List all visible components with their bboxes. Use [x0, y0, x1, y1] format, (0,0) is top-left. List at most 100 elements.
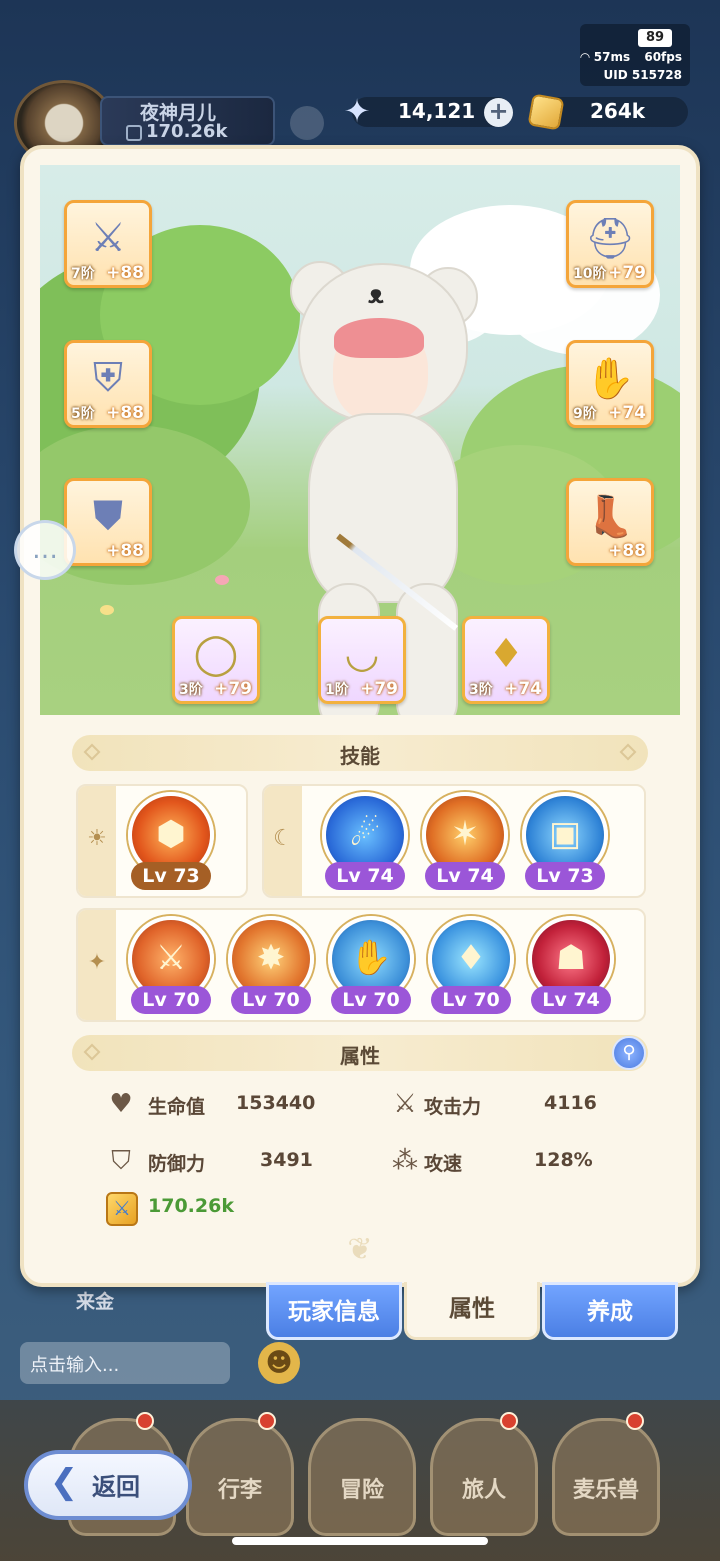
blue-aura-skill-icon: ☄ [349, 814, 381, 854]
crossed-swords-icon: ⚔ [393, 1089, 417, 1119]
sword-icon: ⚔ [90, 215, 126, 261]
equip-slot-weapon[interactable]: ⚔ 7阶 +88 [64, 200, 152, 288]
bear-face: ᴥ [368, 280, 384, 310]
notification-dot [626, 1412, 644, 1430]
home-indicator [232, 1537, 488, 1545]
equip-tier: 10阶 [573, 266, 607, 282]
boots-icon: 👢 [585, 494, 635, 540]
blade-wind-skill-icon: ♦ [455, 938, 487, 978]
network-stats: ◠ 57ms 60fps [580, 50, 682, 64]
tab-player-info[interactable]: 玩家信息 [266, 1282, 402, 1340]
emoji-icon[interactable]: ☻ [258, 1342, 300, 1384]
sun-icon: ☀ [87, 826, 107, 851]
equip-enhance: +74 [608, 403, 646, 423]
skill-group-moon: ☾ ☄ Lv 74 ✶ Lv 74 ▣ Lv 73 [262, 784, 646, 898]
player-power: 170.26k [146, 121, 228, 142]
power-icon [126, 125, 142, 141]
attack-value: 4116 [544, 1092, 597, 1114]
combat-power-icon: ⚔ [106, 1192, 138, 1226]
equip-slot-gloves[interactable]: ✋ 9阶 +74 [566, 340, 654, 428]
nav-pets-label: 麦乐兽 [572, 1478, 639, 1503]
back-arrow-icon: ❮ [49, 1462, 79, 1502]
attack-speed-value: 128% [534, 1149, 593, 1171]
flower [215, 575, 229, 585]
moon-icon: ☾ [273, 826, 293, 851]
grab-skill-icon: ✋ [349, 938, 393, 978]
equip-slot-earring[interactable]: ♦ 3阶 +74 [462, 616, 550, 704]
equip-enhance: +79 [360, 679, 398, 699]
battery-indicator: 89 [638, 29, 672, 47]
ring-icon: ◯ [193, 631, 239, 677]
search-icon[interactable]: ⚲ [612, 1036, 646, 1070]
flame-strike-skill-icon: ✶ [450, 814, 480, 854]
equip-slot-boots[interactable]: 👢 +88 [566, 478, 654, 566]
earring-icon: ♦ [488, 631, 524, 677]
tab-attributes[interactable]: 属性 [404, 1282, 540, 1340]
fps-text: 60fps [644, 50, 682, 64]
attack-speed-label: 攻速 [424, 1153, 463, 1175]
chat-bubble-icon[interactable]: … [14, 520, 76, 580]
burst-skill-icon: ✸ [256, 938, 286, 978]
helmet-icon: ⛑ [584, 216, 636, 262]
gold-coin-icon [527, 93, 565, 131]
skills-header: 技能 [72, 735, 648, 771]
chat-sender-name: 来金 [76, 1291, 115, 1313]
equip-tier: 9阶 [573, 406, 597, 422]
skill-level: Lv 74 [531, 986, 611, 1014]
add-crystal-button[interactable]: + [484, 98, 513, 127]
equip-enhance: +74 [504, 679, 542, 699]
equip-slot-ring[interactable]: ◯ 3阶 +79 [172, 616, 260, 704]
skill-level: Lv 70 [131, 986, 211, 1014]
combat-power-value: 170.26k [148, 1195, 234, 1217]
notification-dot [136, 1412, 154, 1430]
equip-slot-necklace[interactable]: ◡ 1阶 +79 [318, 616, 406, 704]
chest-armor-icon: ⛨ [93, 355, 123, 401]
equip-enhance: +88 [106, 263, 144, 283]
skill-level: Lv 70 [231, 986, 311, 1014]
skills-title: 技能 [340, 744, 380, 768]
equip-enhance: +88 [106, 541, 144, 561]
nav-adventure-label: 冒险 [339, 1478, 384, 1503]
wifi-icon: ◠ [580, 50, 590, 64]
skill-group-star: ✦ ⚔ Lv 70 ✸ Lv 70 ✋ Lv 70 ♦ Lv 70 ☗ Lv 7… [76, 908, 646, 1022]
heart-icon: ♥ [109, 1089, 133, 1119]
skill-level: Lv 73 [131, 862, 211, 890]
tab-training[interactable]: 养成 [542, 1282, 678, 1340]
equip-enhance: +88 [608, 541, 646, 561]
equip-tier: 5阶 [71, 406, 95, 422]
hp-label: 生命值 [148, 1096, 206, 1118]
defense-value: 3491 [260, 1149, 313, 1171]
skill-level: Lv 73 [525, 862, 605, 890]
flower [100, 605, 114, 615]
status-overlay: 89 ◠ 57ms 60fps UID 515728 [580, 24, 690, 86]
equip-slot-pants[interactable]: ⛊ +88 [64, 478, 152, 566]
notification-dot [500, 1412, 518, 1430]
crystal-icon: ✦ [343, 92, 371, 130]
shield-icon: ⛉ [111, 1146, 131, 1176]
gold-count: 264k [590, 99, 646, 123]
skill-level: Lv 74 [425, 862, 505, 890]
equip-slot-helmet[interactable]: ⛑ 10阶 +79 [566, 200, 654, 288]
guild-icon[interactable] [290, 106, 324, 140]
notification-dot [258, 1412, 276, 1430]
ice-guard-skill-icon: ▣ [548, 814, 582, 854]
nav-bag-label: 行李 [217, 1478, 262, 1503]
attack-label: 攻击力 [424, 1096, 482, 1118]
skill-level: Lv 74 [325, 862, 405, 890]
attributes-header: 属性 ⚲ [72, 1035, 648, 1071]
equip-tier: 7阶 [71, 266, 95, 282]
attributes-title: 属性 [340, 1044, 380, 1068]
skill-level: Lv 70 [431, 986, 511, 1014]
crystal-count: 14,121 [398, 99, 476, 123]
skill-group-sun: ☀ ⬢ Lv 73 [76, 784, 248, 898]
uid-text: UID 515728 [603, 68, 682, 82]
attack-speed-icon: ⁂ [392, 1146, 418, 1176]
equip-enhance: +79 [608, 263, 646, 283]
chat-input[interactable]: 点击输入... [20, 1342, 230, 1384]
star-icon: ✦ [87, 950, 107, 975]
ping-text: 57ms [593, 50, 631, 64]
skill-level: Lv 70 [331, 986, 411, 1014]
back-label: 返回 [92, 1473, 140, 1501]
fire-shield-skill-icon: ⬢ [156, 814, 186, 854]
equip-slot-armor[interactable]: ⛨ 5阶 +88 [64, 340, 152, 428]
